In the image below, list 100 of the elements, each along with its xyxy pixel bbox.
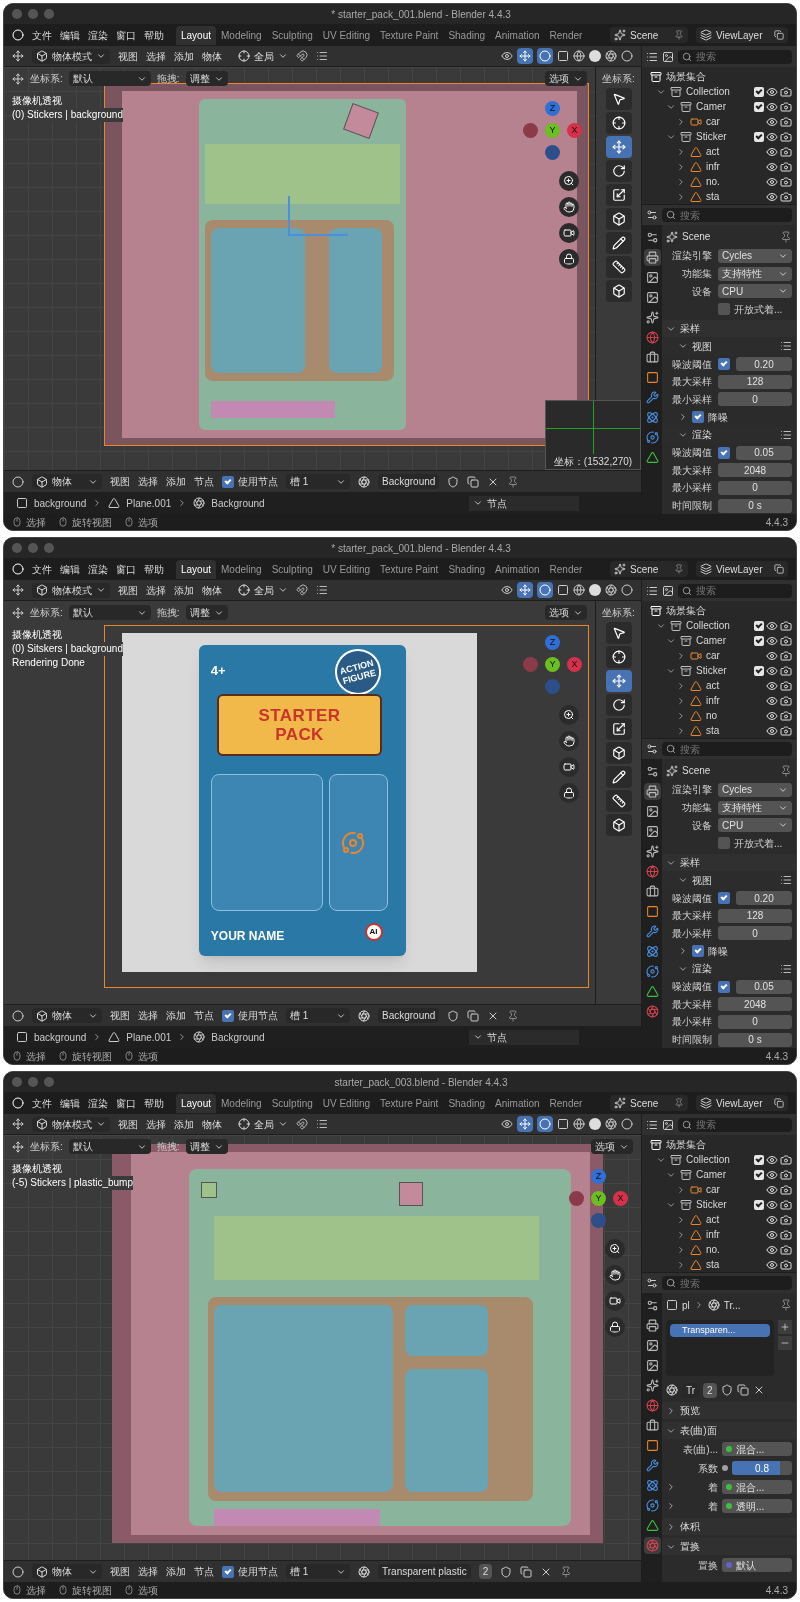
wrench-icon[interactable] bbox=[643, 1457, 661, 1474]
wrench-icon[interactable] bbox=[643, 923, 661, 940]
drag-dropdown[interactable]: 调整 bbox=[185, 71, 228, 86]
search-field[interactable]: 搜索 bbox=[662, 208, 792, 222]
eye-icon[interactable] bbox=[766, 664, 778, 677]
globe-icon[interactable] bbox=[643, 863, 661, 880]
checkbox[interactable] bbox=[718, 303, 730, 316]
workspace-tab[interactable]: Modeling bbox=[216, 25, 267, 45]
transform-icon[interactable] bbox=[12, 584, 24, 596]
magnet-icon[interactable] bbox=[296, 584, 308, 596]
camera-icon[interactable] bbox=[780, 160, 792, 173]
square-icon[interactable] bbox=[557, 584, 569, 596]
transform-icon[interactable] bbox=[12, 606, 24, 619]
search-field[interactable]: 搜索 bbox=[662, 742, 792, 756]
circle-icon[interactable] bbox=[621, 1118, 633, 1130]
orientation-dropdown[interactable]: 全局 bbox=[238, 582, 288, 598]
socket-field[interactable]: 混合... bbox=[722, 1442, 792, 1456]
magnet-icon[interactable] bbox=[296, 1118, 308, 1130]
material-field[interactable]: Background bbox=[378, 474, 440, 489]
move-icon[interactable] bbox=[517, 48, 533, 64]
checkbox[interactable] bbox=[718, 892, 730, 905]
object-dropdown[interactable]: 物体 bbox=[32, 1564, 102, 1579]
menu-item[interactable]: 视图 bbox=[110, 1008, 130, 1023]
material-name[interactable]: Tr bbox=[682, 1382, 700, 1398]
dropdown[interactable]: 支持特性 bbox=[718, 800, 792, 815]
pencil-icon[interactable] bbox=[605, 766, 632, 788]
axis-negative-handle[interactable] bbox=[523, 657, 538, 672]
axis-negative-handle[interactable] bbox=[545, 679, 560, 694]
eye-icon[interactable] bbox=[766, 694, 778, 707]
list-icon[interactable] bbox=[780, 428, 792, 441]
number-field[interactable]: 128 bbox=[718, 908, 792, 923]
menu-item[interactable]: 物体 bbox=[202, 48, 222, 64]
number-field[interactable]: 0 s bbox=[718, 498, 792, 513]
checkbox[interactable] bbox=[754, 131, 764, 142]
eye-icon[interactable] bbox=[766, 190, 778, 203]
camera-icon[interactable] bbox=[780, 1243, 792, 1256]
material-slot[interactable]: Transparen... bbox=[670, 1324, 770, 1337]
number-field[interactable]: 2048 bbox=[718, 997, 792, 1012]
wrench-icon[interactable] bbox=[643, 389, 661, 406]
panel-header[interactable]: 采样 bbox=[662, 320, 796, 338]
outliner-item[interactable]: Sticker bbox=[696, 129, 754, 144]
eye-icon[interactable] bbox=[766, 100, 778, 113]
menu-item[interactable]: 渲染 bbox=[88, 1095, 108, 1111]
panel-header[interactable]: 预览 bbox=[662, 1402, 796, 1419]
coordinate-dropdown[interactable]: 默认 bbox=[68, 71, 151, 86]
camera-icon[interactable] bbox=[780, 634, 792, 647]
orientation-dropdown[interactable]: 全局 bbox=[238, 1116, 288, 1132]
outliner-item[interactable]: car bbox=[706, 1182, 766, 1197]
list-icon[interactable] bbox=[646, 584, 658, 597]
menu-item[interactable]: 节点 bbox=[194, 1008, 214, 1023]
aperture-icon[interactable] bbox=[605, 1118, 617, 1130]
dropdown[interactable]: Cycles bbox=[718, 783, 792, 797]
pin-icon[interactable] bbox=[780, 230, 792, 243]
outliner-item[interactable]: sta bbox=[706, 1257, 766, 1272]
search-field[interactable]: 搜索 bbox=[678, 49, 792, 64]
list-icon[interactable] bbox=[780, 874, 792, 887]
eye-icon[interactable] bbox=[501, 584, 513, 596]
checkbox[interactable] bbox=[718, 980, 730, 993]
outliner-item[interactable]: Collection bbox=[686, 1152, 754, 1167]
circle-icon[interactable] bbox=[621, 584, 633, 596]
copy-icon[interactable] bbox=[467, 1009, 480, 1022]
search-field[interactable]: 搜索 bbox=[662, 1276, 792, 1290]
camera-icon[interactable] bbox=[780, 1153, 792, 1166]
orbit-icon[interactable] bbox=[643, 429, 661, 446]
triangle-icon[interactable] bbox=[643, 449, 661, 466]
scene-selector[interactable]: Scene bbox=[610, 27, 688, 43]
camera-icon[interactable] bbox=[780, 175, 792, 188]
menu-item[interactable]: 窗口 bbox=[116, 27, 136, 43]
globe-icon[interactable] bbox=[643, 1397, 661, 1414]
checkbox[interactable] bbox=[692, 945, 704, 958]
circle-icon[interactable] bbox=[537, 1116, 553, 1132]
workspace-tab[interactable]: Sculpting bbox=[266, 25, 318, 45]
camera-icon[interactable] bbox=[780, 1183, 792, 1196]
eye-icon[interactable] bbox=[766, 1213, 778, 1226]
menu-item[interactable]: 窗口 bbox=[116, 561, 136, 577]
workspace-tab[interactable]: Render bbox=[544, 559, 588, 579]
coordinate-dropdown[interactable]: 默认 bbox=[68, 1139, 151, 1154]
outliner-item[interactable]: car bbox=[706, 648, 766, 663]
pin-icon[interactable] bbox=[780, 764, 792, 777]
eye-icon[interactable] bbox=[766, 1243, 778, 1256]
outliner-item[interactable]: infr bbox=[706, 1227, 766, 1242]
workspace-tab[interactable]: Layout bbox=[176, 25, 217, 45]
number-field[interactable]: 128 bbox=[718, 374, 792, 389]
breadcrumb-item[interactable]: pl bbox=[682, 1297, 690, 1313]
outliner-item[interactable]: Camer bbox=[696, 1167, 754, 1182]
square-icon[interactable] bbox=[557, 1118, 569, 1130]
camera-icon[interactable] bbox=[780, 724, 792, 737]
camera-icon[interactable] bbox=[780, 679, 792, 692]
outliner-item[interactable]: car bbox=[706, 114, 766, 129]
menu-item[interactable]: 物体 bbox=[202, 582, 222, 598]
hand-icon[interactable] bbox=[605, 1265, 625, 1285]
number-field[interactable]: 0.05 bbox=[736, 445, 792, 460]
shield-icon[interactable] bbox=[500, 1565, 513, 1578]
workspace-tab[interactable]: Texture Paint bbox=[375, 25, 444, 45]
workspace-tab[interactable]: Texture Paint bbox=[375, 1093, 444, 1113]
cube-icon[interactable] bbox=[605, 814, 632, 836]
checkbox[interactable] bbox=[754, 620, 764, 631]
copy-icon[interactable] bbox=[736, 1384, 749, 1396]
slot-dropdown[interactable]: 槽 1 bbox=[286, 1564, 350, 1579]
printer-icon[interactable] bbox=[643, 783, 661, 800]
